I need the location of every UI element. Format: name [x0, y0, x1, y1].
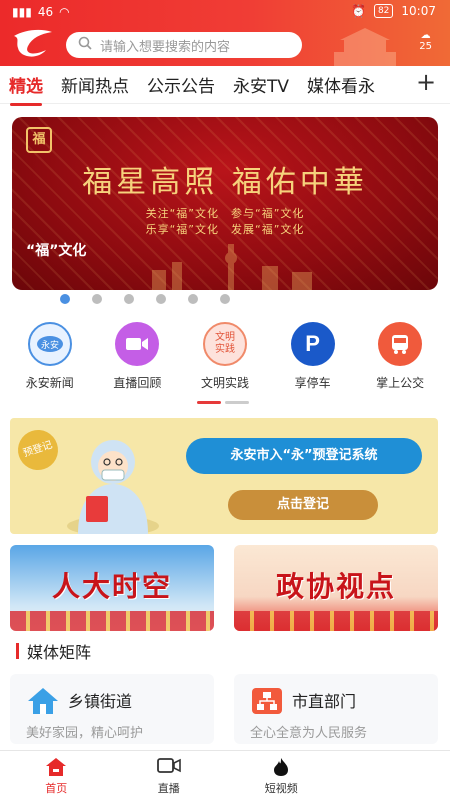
tab-yongan-tv[interactable]: 永安TV — [224, 72, 298, 97]
banner-subtitle-2: 乐享“福”文化 发展“福”文化 — [145, 223, 305, 236]
flame-icon — [225, 757, 338, 777]
matrix-card-title: 市直部门 — [292, 692, 357, 711]
parking-icon: P — [290, 322, 335, 366]
home-icon — [0, 757, 113, 777]
banner-title: 福星高照 福佑中華 — [82, 165, 368, 200]
channel-tabs: 精选 新闻热点 公示公告 永安TV 媒体看永安 — [0, 66, 450, 106]
quick-link-label: 永安新闻 — [25, 376, 74, 390]
hero-banner[interactable]: 福 福星高照 福佑中華 关注“福”文化 参与“福”文化 乐享“福”文化 发展“福… — [12, 117, 438, 290]
quick-link-label: 文明实践 — [200, 376, 249, 390]
tab-featured[interactable]: 精选 — [0, 72, 52, 106]
nav-short-video[interactable]: 短视频 — [225, 751, 338, 800]
registration-tag: 预登记 — [12, 424, 64, 476]
quick-link-label: 直播回顾 — [113, 376, 162, 390]
section-accent-bar — [16, 643, 19, 659]
search-bar[interactable]: 请输入想要搜索的内容 — [66, 32, 302, 58]
banner-seal-icon: 福 — [26, 127, 52, 153]
matrix-card-desc: 美好家园，精心呵护 — [26, 726, 144, 741]
promo-card-decoration — [10, 611, 214, 631]
carousel-dot[interactable] — [124, 294, 134, 304]
nav-more[interactable] — [338, 751, 450, 800]
matrix-card-desc: 全心全意为人民服务 — [250, 726, 368, 741]
battery-icon: 82 — [373, 4, 394, 18]
home-icon — [28, 688, 58, 714]
tab-hot-news[interactable]: 新闻热点 — [52, 72, 138, 97]
tab-announcements[interactable]: 公示公告 — [138, 72, 224, 97]
carousel-dot[interactable] — [92, 294, 102, 304]
add-channel-button[interactable]: + — [412, 68, 440, 96]
app-header: ▮▮▮ 46 ◠ ⏰ 82 10:07 请输入想要搜索的内容 ☁ 25 — [0, 0, 450, 66]
matrix-card-departments[interactable]: 市直部门 全心全意为人民服务 — [234, 674, 438, 744]
badge-text: 文明实践 — [214, 332, 235, 355]
bus-icon — [378, 322, 423, 366]
quick-link-parking[interactable]: P 享停车 — [273, 322, 353, 394]
app-logo-icon[interactable] — [10, 26, 56, 60]
wifi-icon: ◠ — [59, 5, 70, 19]
quick-link-label: 掌上公交 — [376, 376, 425, 390]
nav-label: 直播 — [157, 782, 180, 795]
weather-widget[interactable]: ☁ 25 — [419, 30, 432, 52]
video-camera-icon — [115, 322, 160, 366]
search-placeholder: 请输入想要搜索的内容 — [100, 39, 231, 55]
carousel-dot[interactable] — [188, 294, 198, 304]
status-right: ⏰ 82 10:07 — [351, 4, 436, 18]
section-title: 媒体矩阵 — [27, 643, 92, 662]
landmark-decoration-icon — [334, 28, 396, 66]
registration-banner[interactable]: 预登记 永安市入“永”预登记系统 点击登记 — [10, 418, 438, 534]
carousel-indicator — [0, 294, 370, 306]
quick-links-grid: 永安 永安新闻 直播回顾 文明实践 文明实践 P 享停车 掌上公交 — [0, 322, 450, 394]
registration-system-title: 永安市入“永”预登记系统 — [186, 438, 422, 474]
promo-card-text: 政协视点 — [275, 570, 396, 603]
matrix-card-title: 乡镇街道 — [68, 692, 133, 711]
news-icon: 永安 — [27, 322, 72, 366]
pager-page-1[interactable] — [197, 401, 221, 404]
quick-link-bus[interactable]: 掌上公交 — [360, 322, 440, 394]
video-camera-icon — [113, 757, 226, 777]
quick-link-label: 享停车 — [294, 376, 331, 390]
status-left: ▮▮▮ 46 ◠ — [12, 5, 70, 19]
section-header: 媒体矩阵 — [16, 640, 91, 662]
clock: 10:07 — [401, 4, 436, 18]
register-button[interactable]: 点击登记 — [228, 490, 378, 520]
tab-media[interactable]: 媒体看永安 — [298, 72, 376, 97]
quick-link-live-replay[interactable]: 直播回顾 — [97, 322, 177, 394]
skyline-decoration-icon — [152, 244, 312, 290]
network-label: 46 — [37, 5, 54, 19]
carousel-dot[interactable] — [156, 294, 166, 304]
cloud-icon: ☁ — [420, 30, 431, 41]
quick-link-yongan-news[interactable]: 永安 永安新闻 — [10, 322, 90, 394]
matrix-card-towns[interactable]: 乡镇街道 美好家园，精心呵护 — [10, 674, 214, 744]
more-icon — [338, 757, 450, 777]
alarm-icon: ⏰ — [351, 4, 366, 18]
nav-label: 首页 — [45, 782, 68, 795]
medical-worker-illustration-icon — [67, 440, 159, 534]
bottom-navigation: 首页 直播 短视频 — [0, 750, 450, 800]
svg-text:永安: 永安 — [41, 339, 59, 351]
banner-caption: “福”文化 — [26, 243, 87, 259]
promo-card-cppcc[interactable]: 政协视点 — [234, 545, 438, 631]
nav-label: 短视频 — [264, 782, 298, 795]
org-chart-icon — [252, 688, 282, 714]
quick-link-civilization[interactable]: 文明实践 文明实践 — [185, 322, 265, 394]
pager-page-2[interactable] — [225, 401, 249, 404]
search-icon — [78, 36, 92, 54]
civilization-badge-icon: 文明实践 — [202, 322, 247, 366]
nav-home[interactable]: 首页 — [0, 751, 113, 800]
temperature: 25 — [419, 41, 432, 52]
banner-subtitle-1: 关注“福”文化 参与“福”文化 — [145, 207, 305, 220]
signal-icon: ▮▮▮ — [12, 5, 32, 19]
promo-card-text: 人大时空 — [51, 570, 172, 603]
grid-pager — [197, 401, 249, 404]
carousel-dot[interactable] — [220, 294, 230, 304]
carousel-dot[interactable] — [60, 294, 70, 304]
promo-card-npc[interactable]: 人大时空 — [10, 545, 214, 631]
nav-live[interactable]: 直播 — [113, 751, 226, 800]
promo-card-decoration — [234, 611, 438, 631]
status-bar: ▮▮▮ 46 ◠ ⏰ 82 10:07 — [0, 0, 450, 24]
